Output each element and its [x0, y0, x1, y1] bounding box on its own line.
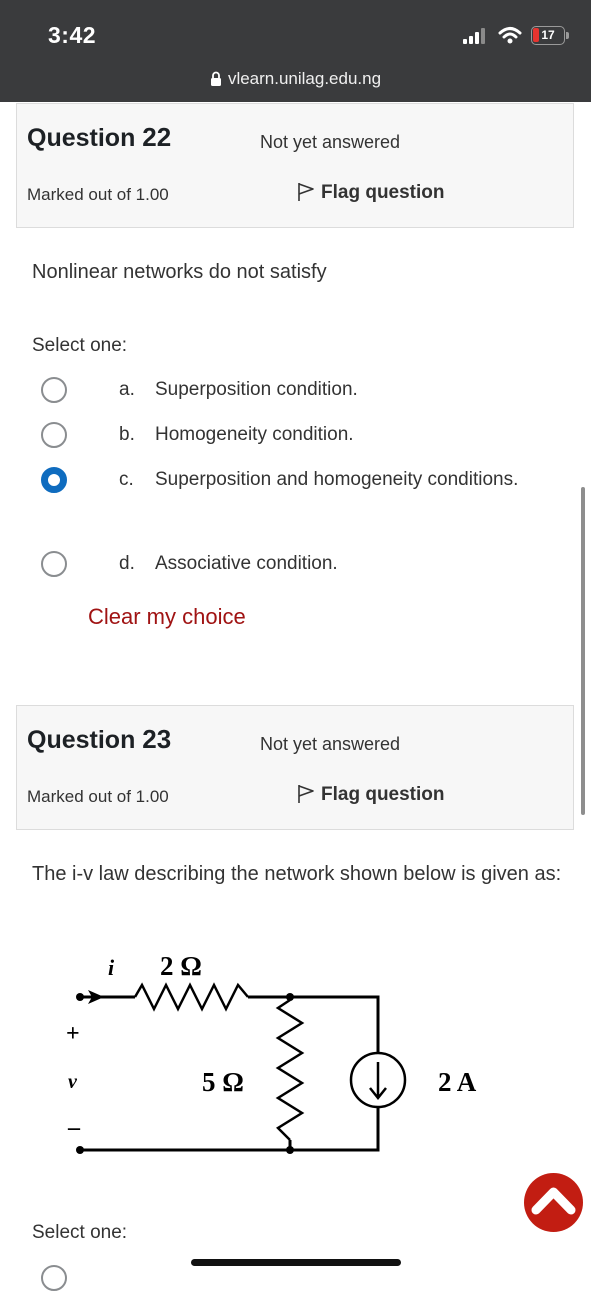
clock: 3:42: [48, 22, 97, 48]
question-text: Nonlinear networks do not satisfy: [32, 261, 327, 283]
url-text: vlearn.unilag.edu.ng: [227, 69, 382, 88]
minus-sign: –: [67, 1115, 81, 1141]
clear-my-choice-link[interactable]: Clear my choice: [88, 604, 246, 630]
flag-question-label: Flag question: [321, 182, 445, 203]
chevron-up-icon: [531, 1187, 576, 1215]
question-grade: Marked out of 1.00: [27, 185, 169, 204]
question-number: Question 23: [27, 724, 171, 755]
wifi-icon: [498, 27, 522, 44]
question-number-value: 22: [142, 122, 172, 152]
question-info-22: Question 22 Not yet answered Marked out …: [16, 103, 574, 228]
select-one-label: Select one:: [32, 335, 128, 356]
terminal-bottom: [76, 1146, 84, 1154]
battery-icon: 17: [531, 26, 569, 45]
select-one-label: Select one:: [32, 1222, 128, 1243]
radio-button-selected[interactable]: [41, 467, 67, 493]
status-bar: 3:42 17 vlearn.unilag.edu.ng: [0, 0, 591, 102]
option-text: Superposition condition.: [155, 379, 358, 400]
question-label: Question: [27, 726, 136, 754]
option-letter: d.: [119, 553, 135, 574]
option-letter: b.: [119, 424, 135, 445]
battery-level: 17: [541, 28, 555, 42]
home-indicator[interactable]: [191, 1259, 401, 1266]
radio-button[interactable]: [41, 1265, 67, 1291]
plus-sign: +: [66, 1021, 80, 1047]
address-bar[interactable]: vlearn.unilag.edu.ng: [0, 69, 591, 89]
option-text: Homogeneity condition.: [155, 424, 354, 445]
radio-button[interactable]: [41, 377, 67, 403]
question-number: Question 22: [27, 122, 171, 153]
option-letter: a.: [119, 379, 135, 400]
option-letter: c.: [119, 469, 134, 490]
circuit-diagram: i + v – 2 Ω 5 Ω 2 A: [66, 951, 477, 1154]
resistor-5-ohm-label: 5 Ω: [202, 1067, 244, 1097]
question-state: Not yet answered: [260, 734, 401, 754]
question-grade: Marked out of 1.00: [27, 787, 169, 806]
node-top: [286, 993, 294, 1001]
question-info-23: Question 23 Not yet answered Marked out …: [16, 705, 574, 830]
question-label: Question: [27, 124, 136, 152]
current-source-label: 2 A: [438, 1067, 477, 1097]
flag-icon: [298, 183, 314, 201]
flag-question-button[interactable]: Flag question: [297, 784, 445, 806]
radio-button[interactable]: [41, 551, 67, 577]
question-number-value: 23: [142, 724, 172, 754]
back-to-top-button[interactable]: [524, 1173, 583, 1232]
terminal-top: [76, 993, 84, 1001]
radio-button[interactable]: [41, 422, 67, 448]
resistor-2-ohm-label: 2 Ω: [160, 951, 202, 981]
flag-question-button[interactable]: Flag question: [297, 182, 445, 204]
resistor-2-ohm: [133, 982, 249, 1012]
question-text: The i-v law describing the network shown…: [32, 863, 562, 885]
option-text: Superposition and homogeneity conditions…: [155, 469, 519, 490]
page-scrollbar[interactable]: [581, 487, 585, 815]
current-label: i: [108, 955, 115, 980]
question-state: Not yet answered: [260, 132, 401, 152]
option-text: Associative condition.: [155, 553, 338, 574]
node-bottom: [286, 1146, 294, 1154]
flag-icon: [298, 785, 314, 803]
flag-question-label: Flag question: [321, 784, 445, 805]
lock-icon: [210, 71, 221, 86]
voltage-label: v: [68, 1071, 78, 1093]
resistor-5-ohm: [275, 998, 305, 1141]
cellular-signal-icon: [463, 28, 485, 44]
